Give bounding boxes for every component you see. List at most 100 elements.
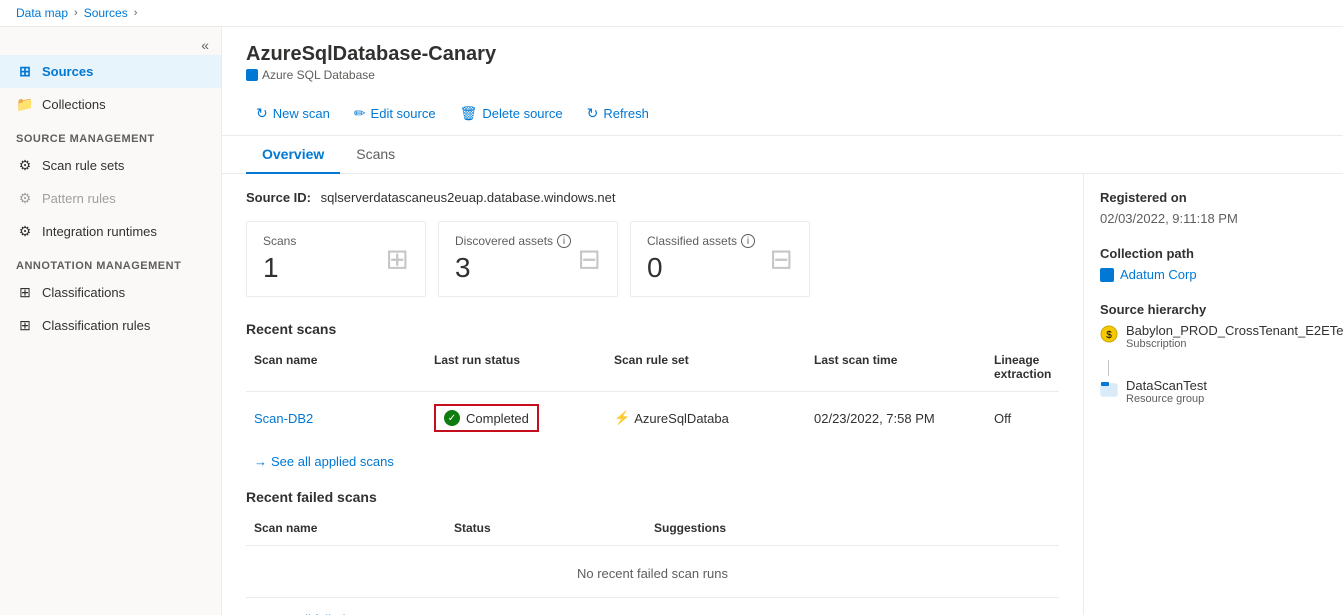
failed-scans-table-header: Scan name Status Suggestions <box>246 517 1059 546</box>
source-id-value: sqlserverdatascaneus2euap.database.windo… <box>321 190 616 205</box>
content-area: AzureSqlDatabase-Canary Azure SQL Databa… <box>222 27 1343 615</box>
sidebar-item-sources[interactable]: ⊞ Sources <box>0 55 221 88</box>
see-all-scans-link[interactable]: → See all applied scans <box>246 450 1059 473</box>
page-subtitle-text: Azure SQL Database <box>262 68 375 82</box>
registered-on-label: Registered on <box>1100 190 1327 205</box>
lineage-extraction-cell: Off <box>986 407 1083 430</box>
scan-rule-set-value: AzureSqlDataba <box>634 411 729 426</box>
page-subtitle: Azure SQL Database <box>246 68 1319 82</box>
discovered-grid-icon: ⊟ <box>578 243 601 276</box>
sidebar-item-sources-label: Sources <box>42 64 93 79</box>
breadcrumb-data-map[interactable]: Data map <box>16 6 68 20</box>
col-lineage-extraction: Lineage extraction <box>986 349 1083 385</box>
source-id-label: Source ID: <box>246 190 311 205</box>
hierarchy-text-1: DataScanTest Resource group <box>1126 378 1207 405</box>
main-section: Source ID: sqlserverdatascaneus2euap.dat… <box>222 174 1083 615</box>
col-scan-rule-set: Scan rule set <box>606 349 806 385</box>
completed-icon: ✓ <box>444 410 460 426</box>
hierarchy-type-0: Subscription <box>1126 338 1343 350</box>
recent-scans-table-header: Scan name Last run status Scan rule set … <box>246 349 1059 392</box>
sidebar-item-collections-label: Collections <box>42 97 106 112</box>
sidebar-collapse-button[interactable]: « <box>197 35 213 55</box>
source-hierarchy-label: Source hierarchy <box>1100 302 1327 317</box>
hierarchy-item-1: DataScanTest Resource group <box>1100 378 1327 405</box>
classification-rules-icon: ⊞ <box>16 317 34 334</box>
integration-runtimes-icon: ⚙ <box>16 223 34 240</box>
collection-path-value: Adatum Corp <box>1120 267 1197 282</box>
sidebar-item-pattern-rules-label: Pattern rules <box>42 191 116 206</box>
failed-col-scan-name: Scan name <box>246 517 446 539</box>
table-row: Scan-DB2 ✓ Completed ⚡ AzureSqlDataba <box>246 396 1059 440</box>
sidebar-item-classifications-label: Classifications <box>42 285 125 300</box>
hierarchy-name-1: DataScanTest <box>1126 378 1207 393</box>
sidebar-item-integration-runtimes[interactable]: ⚙ Integration runtimes <box>0 215 221 248</box>
collection-path-link[interactable]: Adatum Corp <box>1100 267 1327 282</box>
source-hierarchy-section: Source hierarchy $ Babylon_PROD_CrossTen… <box>1100 302 1327 405</box>
sidebar-item-integration-runtimes-label: Integration runtimes <box>42 224 157 239</box>
stat-card-scans: Scans 1 ⊞ <box>246 221 426 297</box>
page-header: AzureSqlDatabase-Canary Azure SQL Databa… <box>222 27 1343 92</box>
breadcrumb-separator-2: › <box>134 7 138 19</box>
edit-source-label: Edit source <box>371 106 436 121</box>
see-all-arrow: → <box>254 454 267 469</box>
right-panel: Registered on 02/03/2022, 9:11:18 PM Col… <box>1083 174 1343 615</box>
azure-sql-icon <box>246 69 258 81</box>
pattern-rules-icon: ⚙ <box>16 190 34 207</box>
scan-name-cell[interactable]: Scan-DB2 <box>246 407 426 430</box>
recent-scans-section: Recent scans Scan name Last run status S… <box>246 321 1059 473</box>
failed-col-status: Status <box>446 517 646 539</box>
lightning-icon: ⚡ <box>614 410 630 426</box>
col-scan-name: Scan name <box>246 349 426 385</box>
see-all-failed-link[interactable]: → See all failed scan runs <box>246 608 1059 615</box>
refresh-icon: ↻ <box>587 105 599 122</box>
source-id-row: Source ID: sqlserverdatascaneus2euap.dat… <box>246 190 1059 205</box>
body-content: Source ID: sqlserverdatascaneus2euap.dat… <box>222 174 1343 615</box>
registered-on-value: 02/03/2022, 9:11:18 PM <box>1100 211 1327 226</box>
scan-rule-sets-icon: ⚙ <box>16 157 34 174</box>
new-scan-button[interactable]: ↻ New scan <box>246 100 340 127</box>
sidebar-item-pattern-rules: ⚙ Pattern rules <box>0 182 221 215</box>
subscription-icon: $ <box>1100 325 1118 343</box>
refresh-button[interactable]: ↻ Refresh <box>577 100 659 127</box>
svg-text:$: $ <box>1106 330 1112 341</box>
tab-scans[interactable]: Scans <box>340 136 411 174</box>
refresh-label: Refresh <box>603 106 649 121</box>
stats-row: Scans 1 ⊞ Discovered assets i 3 ⊟ <box>246 221 1059 297</box>
stat-card-discovered: Discovered assets i 3 ⊟ <box>438 221 618 297</box>
delete-source-icon: 🗑 <box>460 105 478 122</box>
sidebar-item-collections[interactable]: 📁 Collections <box>0 88 221 121</box>
sidebar-item-scan-rule-sets[interactable]: ⚙ Scan rule sets <box>0 149 221 182</box>
col-last-scan-time: Last scan time <box>806 349 986 385</box>
tabs: Overview Scans <box>222 136 1343 174</box>
resource-group-icon <box>1100 380 1118 398</box>
last-scan-time-cell: 02/23/2022, 7:58 PM <box>806 407 986 430</box>
breadcrumb-sources[interactable]: Sources <box>84 6 128 20</box>
classifications-icon: ⊞ <box>16 284 34 301</box>
source-management-section: Source management <box>0 121 221 149</box>
edit-source-button[interactable]: ✏ Edit source <box>344 100 446 127</box>
sidebar-item-scan-rule-sets-label: Scan rule sets <box>42 158 124 173</box>
hierarchy-connector <box>1108 360 1109 376</box>
last-run-highlight-box: ✓ Completed <box>434 404 539 432</box>
new-scan-icon: ↻ <box>256 105 268 122</box>
sidebar: « ⊞ Sources 📁 Collections Source managem… <box>0 27 222 615</box>
delete-source-button[interactable]: 🗑 Delete source <box>450 100 573 127</box>
last-run-status-cell: ✓ Completed <box>426 400 606 436</box>
page-title: AzureSqlDatabase-Canary <box>246 43 1319 66</box>
tab-overview[interactable]: Overview <box>246 136 340 174</box>
annotation-management-section: Annotation management <box>0 248 221 276</box>
sidebar-item-classifications[interactable]: ⊞ Classifications <box>0 276 221 309</box>
delete-source-label: Delete source <box>482 106 562 121</box>
recent-failed-scans-title: Recent failed scans <box>246 489 1059 505</box>
edit-source-icon: ✏ <box>354 105 366 122</box>
last-run-status-value: Completed <box>466 411 529 426</box>
toolbar: ↻ New scan ✏ Edit source 🗑 Delete source… <box>222 92 1343 136</box>
sources-icon: ⊞ <box>16 63 34 80</box>
hierarchy-item-0: $ Babylon_PROD_CrossTenant_E2ETest Subsc… <box>1100 323 1327 350</box>
sidebar-item-classification-rules[interactable]: ⊞ Classification rules <box>0 309 221 342</box>
hierarchy-text-0: Babylon_PROD_CrossTenant_E2ETest Subscri… <box>1126 323 1343 350</box>
failed-col-suggestions: Suggestions <box>646 517 1059 539</box>
collection-path-section: Collection path Adatum Corp <box>1100 246 1327 282</box>
recent-scans-title: Recent scans <box>246 321 1059 337</box>
col-last-run-status: Last run status <box>426 349 606 385</box>
